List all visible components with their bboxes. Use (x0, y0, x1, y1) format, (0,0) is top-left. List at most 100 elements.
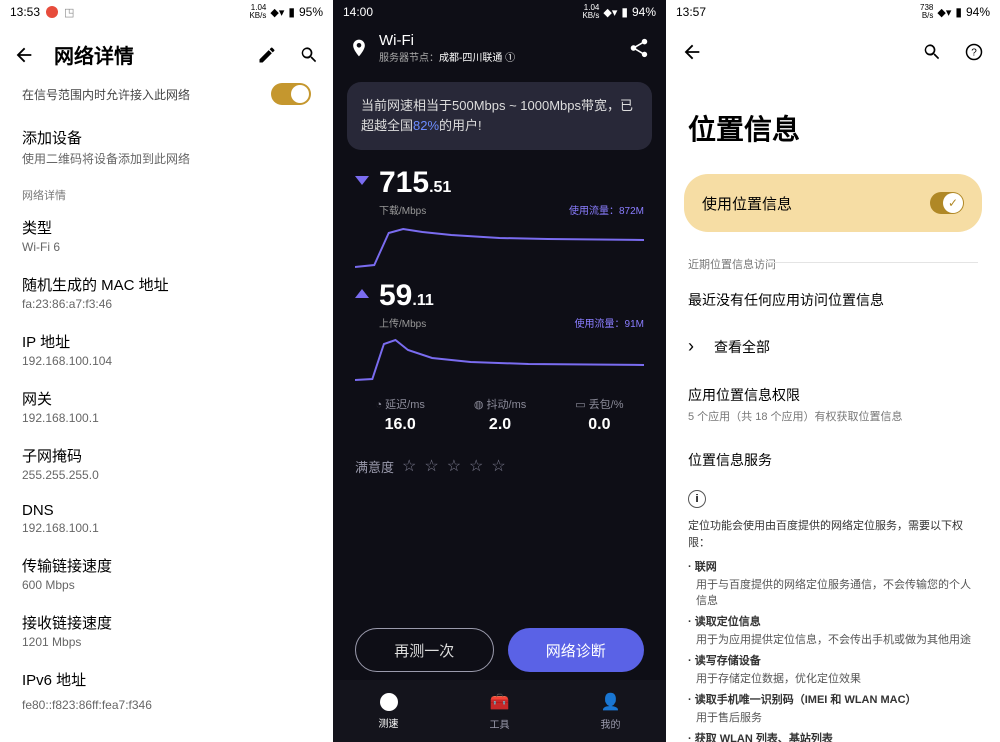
status-time: 13:57 (676, 5, 706, 19)
location-service-row[interactable]: 位置信息服务 (666, 440, 1000, 484)
star-icon[interactable]: ☆ (491, 456, 505, 476)
star-icon[interactable]: ☆ (424, 456, 438, 476)
section-recent-access: 近期位置信息访问 (666, 250, 1000, 280)
stat-jitter: ◍ 抖动/ms2.0 (474, 396, 526, 434)
notification-dot-icon (46, 6, 58, 18)
net-rate: 1.04KB/s (249, 4, 266, 20)
stats-row: ◔ 延迟/ms16.0 ◍ 抖动/ms2.0 ▭ 丢包/%0.0 (351, 396, 648, 434)
perm-item: · 读取定位信息 (688, 613, 978, 629)
search-icon[interactable] (920, 40, 944, 64)
star-icon[interactable]: ☆ (469, 456, 483, 476)
upload-sparkline (355, 336, 644, 382)
battery-icon: ▮ (288, 5, 295, 19)
net-rate: 1.04KB/s (582, 4, 599, 20)
upload-block: 59.11 (333, 273, 666, 315)
see-all-row[interactable]: › 查看全部 (666, 320, 1000, 373)
service-desc: 定位功能会使用由百度提供的网络定位服务，需要以下权限： (666, 518, 1000, 558)
download-block: 715.51 (333, 160, 666, 202)
screen-location: 13:57 738B/s ◆▾ ▮ 94% ? 位置信息 使用位置信息 近期位置… (666, 0, 1000, 742)
app-permission-row[interactable]: 应用位置信息权限 5 个应用（共 18 个应用）有权获取位置信息 (666, 373, 1000, 440)
edit-icon[interactable] (255, 43, 279, 67)
status-bar: 14:00 1.04KB/s ◆▾ ▮ 94% (333, 0, 666, 22)
row-ip: IP 地址192.168.100.104 (0, 321, 333, 378)
location-pin-icon (349, 38, 369, 58)
download-arrow-icon (355, 176, 369, 185)
battery-pct: 95% (299, 5, 323, 19)
add-device-row[interactable]: 添加设备 使用二维码将设备添加到此网络 (0, 117, 333, 177)
perm-item: · 读取手机唯一识别码（IMEI 和 WLAN MAC） (688, 691, 978, 707)
nav-mine[interactable]: 👤我的 (555, 680, 666, 742)
nav-speed[interactable]: 测速 (333, 680, 444, 742)
add-device-desc: 使用二维码将设备添加到此网络 (22, 150, 311, 167)
earth-decor (333, 502, 666, 702)
diagnose-button[interactable]: 网络诊断 (508, 628, 645, 672)
person-icon: 👤 (601, 692, 621, 712)
screen-network-details: 13:53 ◳ 1.04KB/s ◆▾ ▮ 95% 网络详情 在信号范围内时允许… (0, 0, 333, 742)
row-mac: 随机生成的 MAC 地址fa:23:86:a7:f3:46 (0, 264, 333, 321)
app-badge-icon: ◳ (64, 6, 74, 19)
row-dns: DNS192.168.100.1 (0, 492, 333, 545)
stat-loss: ▭ 丢包/%0.0 (575, 396, 623, 434)
recent-empty-text: 最近没有任何应用访问位置信息 (666, 280, 1000, 320)
status-bar: 13:53 ◳ 1.04KB/s ◆▾ ▮ 95% (0, 0, 333, 22)
speed-banner: 当前网速相当于500Mbps ~ 1000Mbps带宽，已超越全国82%的用户! (347, 82, 652, 150)
search-icon[interactable] (297, 43, 321, 67)
row-ipv6: IPv6 地址fe80::f823:86ff:fea7:f346 (0, 659, 333, 722)
nav-tools[interactable]: 🧰工具 (444, 680, 555, 742)
row-type: 类型Wi-Fi 6 (0, 207, 333, 264)
star-icon[interactable]: ☆ (402, 456, 416, 476)
perm-item: · 获取 WLAN 列表、基站列表 (688, 730, 978, 742)
wifi-title: Wi-Fi (379, 32, 515, 49)
screen-speedtest: 14:00 1.04KB/s ◆▾ ▮ 94% Wi-Fi 服务器节点：成都-四… (333, 0, 666, 742)
gauge-icon (380, 693, 398, 711)
location-toggle-row[interactable]: 使用位置信息 (684, 174, 982, 232)
row-gateway: 网关192.168.100.1 (0, 378, 333, 435)
back-icon[interactable] (12, 43, 36, 67)
permissions-list: · 联网 用于与百度提供的网络定位服务通信，不会传输您的个人信息 · 读取定位信… (666, 558, 1000, 742)
battery-pct: 94% (632, 5, 656, 19)
auto-connect-desc: 在信号范围内时允许接入此网络 (22, 86, 190, 103)
auto-connect-toggle[interactable] (271, 83, 311, 105)
help-icon[interactable]: ? (962, 40, 986, 64)
upload-arrow-icon (355, 289, 369, 298)
page-title: 网络详情 (54, 40, 237, 69)
chevron-right-icon: › (688, 336, 694, 357)
app-perm-title: 应用位置信息权限 (688, 385, 978, 405)
app-perm-desc: 5 个应用（共 18 个应用）有权获取位置信息 (688, 408, 978, 424)
satisfaction-row[interactable]: 满意度 ☆ ☆ ☆ ☆ ☆ (355, 456, 644, 476)
add-device-title: 添加设备 (22, 127, 311, 148)
back-icon[interactable] (680, 40, 704, 64)
page-title: 位置信息 (666, 76, 1000, 174)
share-icon[interactable] (628, 37, 650, 59)
battery-pct: 94% (966, 5, 990, 19)
wifi-icon: ◆▾ (937, 6, 951, 19)
status-time: 13:53 (10, 5, 40, 19)
wifi-server[interactable]: 服务器节点：成都-四川联通 ① (379, 49, 515, 64)
status-bar: 13:57 738B/s ◆▾ ▮ 94% (666, 0, 1000, 22)
row-rx-speed: 接收链接速度1201 Mbps (0, 602, 333, 659)
battery-icon: ▮ (955, 5, 962, 19)
see-all-label: 查看全部 (714, 337, 770, 357)
battery-icon: ▮ (621, 5, 628, 19)
download-unit: 下载/Mbps (379, 202, 426, 217)
row-subnet: 子网掩码255.255.255.0 (0, 435, 333, 492)
toolbox-icon: 🧰 (490, 692, 510, 712)
location-switch-icon[interactable] (930, 192, 964, 214)
svg-text:?: ? (971, 47, 977, 58)
perm-item: · 联网 (688, 558, 978, 574)
net-rate: 738B/s (920, 4, 933, 20)
bottom-nav: 测速 🧰工具 👤我的 (333, 680, 666, 742)
star-icon[interactable]: ☆ (447, 456, 461, 476)
row-tx-speed: 传输链接速度600 Mbps (0, 545, 333, 602)
status-time: 14:00 (343, 5, 373, 19)
info-icon: i (688, 490, 706, 508)
location-toggle-label: 使用位置信息 (702, 193, 792, 214)
retest-button[interactable]: 再测一次 (355, 628, 494, 672)
perm-item: · 读写存储设备 (688, 652, 978, 668)
wifi-icon: ◆▾ (603, 6, 617, 19)
upload-unit: 上传/Mbps (379, 315, 426, 330)
satisfaction-label: 满意度 (355, 457, 394, 476)
section-network-details: 网络详情 (0, 177, 333, 207)
upload-traffic: 使用流量：91M (575, 315, 644, 330)
download-sparkline (355, 223, 644, 269)
